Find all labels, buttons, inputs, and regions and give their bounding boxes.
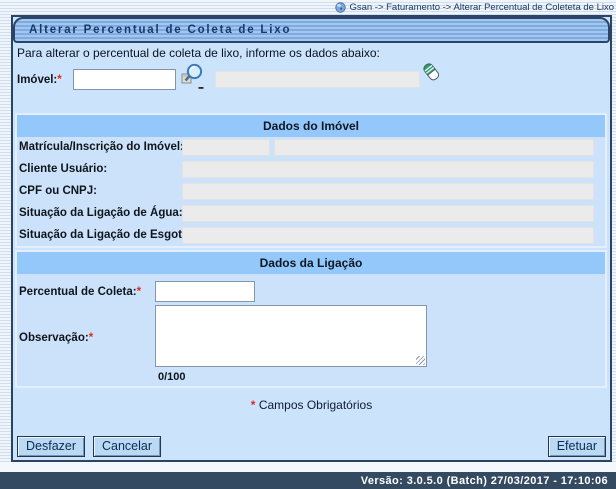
footer-gap: [0, 462, 616, 472]
matricula-field: [182, 139, 270, 156]
required-asterisk: *: [89, 332, 93, 344]
magnifier-icon[interactable]: [180, 63, 205, 95]
imovel-name-display: [215, 71, 420, 88]
observacao-label: Observação:*: [19, 332, 93, 344]
breadcrumb: Gsan -> Faturamento -> Alterar Percentua…: [0, 0, 614, 14]
cpf-cnpj-field: [182, 183, 594, 200]
required-asterisk: *: [137, 286, 141, 298]
imovel-label: Imóvel:*: [17, 74, 62, 86]
inscricao-field: [274, 139, 594, 156]
section-dados-ligacao: Dados da Ligação Percentual de Coleta:* …: [15, 250, 607, 388]
eraser-icon[interactable]: [420, 61, 442, 90]
situacao-esgoto-field: [182, 227, 594, 244]
cancelar-button[interactable]: Cancelar: [93, 436, 161, 457]
percentual-coleta-input[interactable]: [155, 281, 255, 302]
cliente-usuario-field: [182, 161, 594, 178]
char-counter: 0/100: [158, 371, 186, 383]
matricula-label: Matrícula/Inscrição do Imóvel:: [19, 141, 184, 153]
cliente-usuario-label: Cliente Usuário:: [19, 163, 107, 175]
desfazer-button[interactable]: Desfazer: [17, 436, 85, 457]
version-text: Versão: 3.0.5.0 (Batch) 27/03/2017 - 17:…: [361, 475, 608, 487]
section-header-dados-ligacao: Dados da Ligação: [17, 252, 605, 274]
form-window: Alterar Percentual de Coleta de Lixo Par…: [11, 15, 612, 462]
cpf-cnpj-label: CPF ou CNPJ:: [19, 185, 97, 197]
situacao-esgoto-label: Situação da Ligação de Esgoto:: [19, 229, 193, 241]
page: Gsan -> Faturamento -> Alterar Percentua…: [0, 0, 616, 489]
situacao-agua-label: Situação da Ligação de Água:: [19, 207, 183, 219]
required-fields-note: * Campos Obrigatórios: [13, 398, 610, 412]
required-asterisk: *: [251, 398, 256, 412]
instruction-text: Para alterar o percentual de coleta de l…: [17, 46, 380, 60]
textarea-resize-handle[interactable]: [416, 356, 425, 365]
page-title: Alterar Percentual de Coleta de Lixo: [13, 17, 610, 43]
percentual-coleta-label: Percentual de Coleta:*: [19, 286, 141, 298]
required-asterisk: *: [57, 74, 61, 86]
efetuar-button[interactable]: Efetuar: [548, 436, 606, 457]
observacao-textarea[interactable]: [155, 305, 427, 367]
section-dados-imovel: Dados do Imóvel Matrícula/Inscrição do I…: [15, 113, 607, 248]
imovel-input[interactable]: [73, 69, 176, 90]
situacao-agua-field: [182, 205, 594, 222]
section-header-dados-imovel: Dados do Imóvel: [17, 115, 605, 137]
footer-bar: Versão: 3.0.5.0 (Batch) 27/03/2017 - 17:…: [0, 472, 616, 489]
help-ball-icon[interactable]: [335, 2, 346, 13]
breadcrumb-trail[interactable]: Gsan -> Faturamento -> Alterar Percentua…: [349, 2, 614, 13]
